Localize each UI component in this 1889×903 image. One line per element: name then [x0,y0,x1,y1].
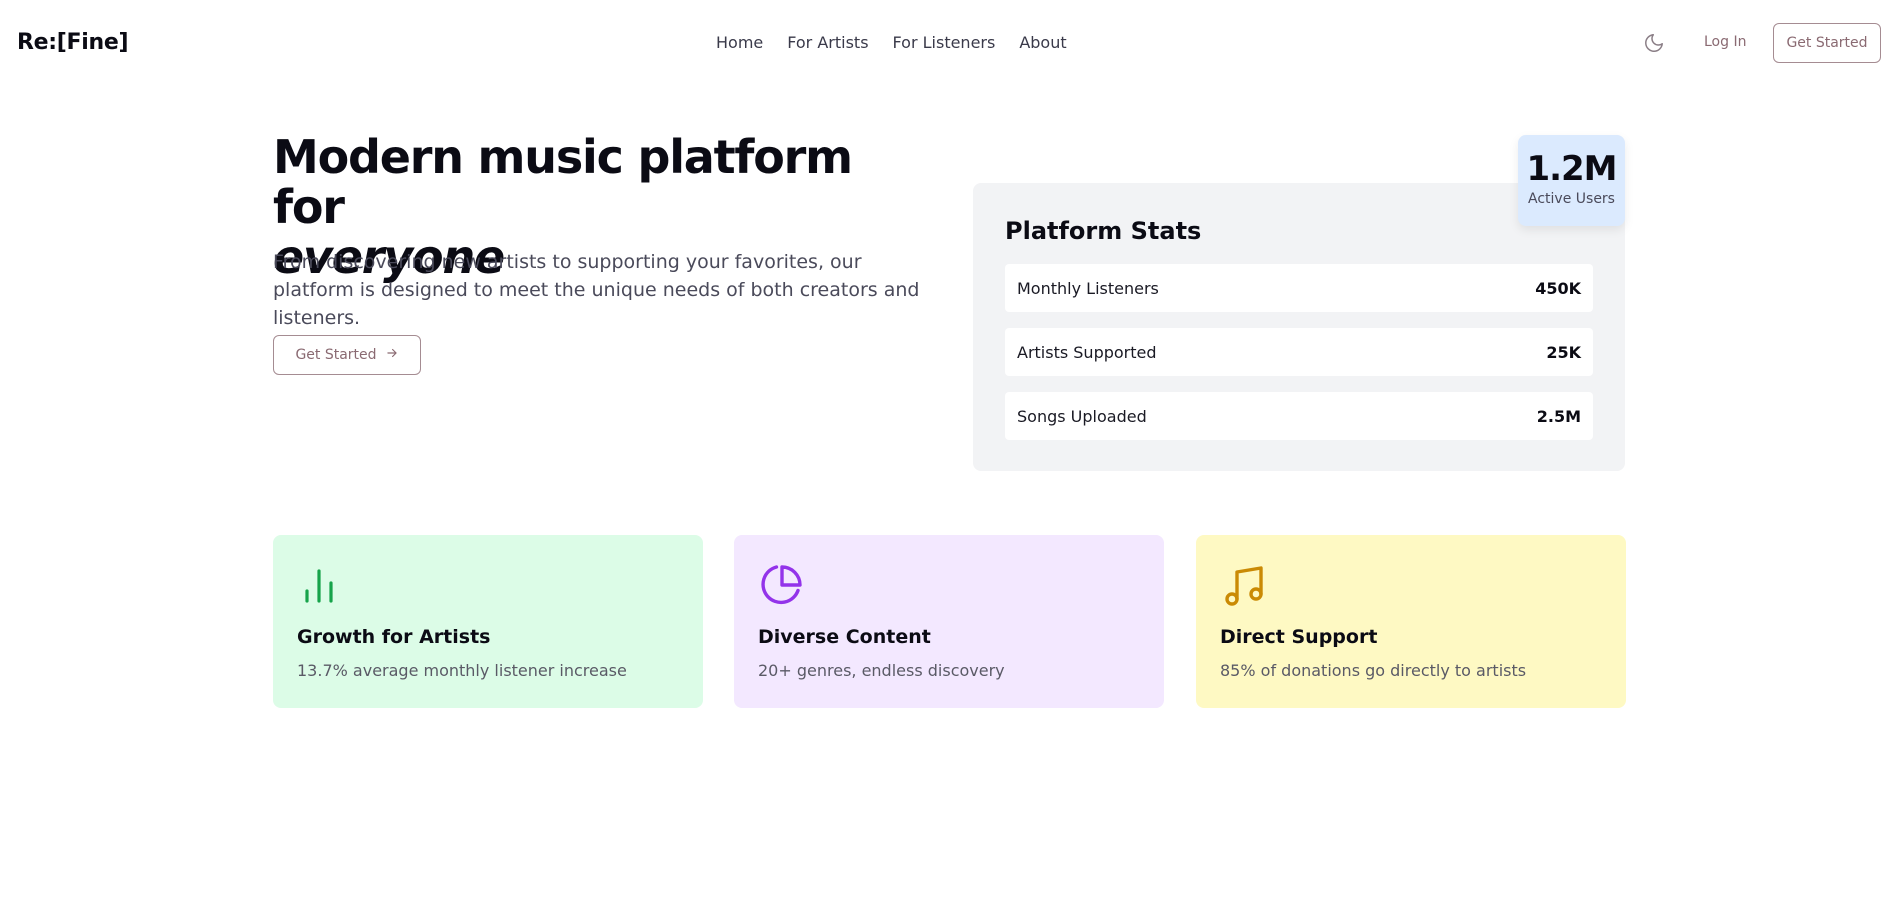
stat-value: 450K [1535,278,1581,298]
nav-for-artists[interactable]: For Artists [787,33,868,52]
active-users-value: 1.2M [1526,149,1617,189]
active-users-badge: 1.2M Active Users [1518,135,1625,226]
stat-row-monthly-listeners: Monthly Listeners 450K [1005,264,1593,312]
feature-card-diverse-content: Diverse Content 20+ genres, endless disc… [734,535,1164,708]
pie-chart-icon [758,561,806,609]
stat-label: Songs Uploaded [1017,406,1147,426]
platform-stats-card: Platform Stats Monthly Listeners 450K Ar… [973,183,1625,471]
feature-title: Diverse Content [758,626,931,648]
main-nav: Home For Artists For Listeners About [716,33,1067,52]
feature-description: 85% of donations go directly to artists [1220,661,1527,680]
nav-home[interactable]: Home [716,33,763,52]
login-link[interactable]: Log In [1704,34,1746,50]
feature-description: 13.7% average monthly listener increase [297,661,627,680]
stat-label: Artists Supported [1017,342,1157,362]
stat-row-artists-supported: Artists Supported 25K [1005,328,1593,376]
nav-for-listeners[interactable]: For Listeners [893,33,996,52]
arrow-right-icon [385,346,399,364]
site-header: Re:[Fine] Home For Artists For Listeners… [0,0,1889,86]
stat-value: 2.5M [1536,406,1581,426]
logo[interactable]: Re:[Fine] [17,30,129,55]
stat-value: 25K [1546,342,1581,362]
hero-title-main: Modern music platform for [273,130,853,234]
stats-title: Platform Stats [1005,217,1202,245]
feature-card-growth: Growth for Artists 13.7% average monthly… [273,535,703,708]
hero-get-started-button[interactable]: Get Started [273,335,421,375]
moon-icon[interactable] [1643,32,1665,54]
active-users-label: Active Users [1528,191,1615,207]
feature-title: Direct Support [1220,626,1378,648]
feature-description: 20+ genres, endless discovery [758,661,1005,680]
music-note-icon [1220,561,1268,609]
stat-row-songs-uploaded: Songs Uploaded 2.5M [1005,392,1593,440]
hero-subtitle: From discovering new artists to supporti… [273,251,920,329]
header-get-started-button[interactable]: Get Started [1773,23,1881,63]
bar-chart-icon [297,561,345,609]
feature-title: Growth for Artists [297,626,491,648]
hero-cta-label: Get Started [295,347,377,363]
feature-card-direct-support: Direct Support 85% of donations go direc… [1196,535,1626,708]
nav-about[interactable]: About [1019,33,1066,52]
stat-label: Monthly Listeners [1017,278,1159,298]
